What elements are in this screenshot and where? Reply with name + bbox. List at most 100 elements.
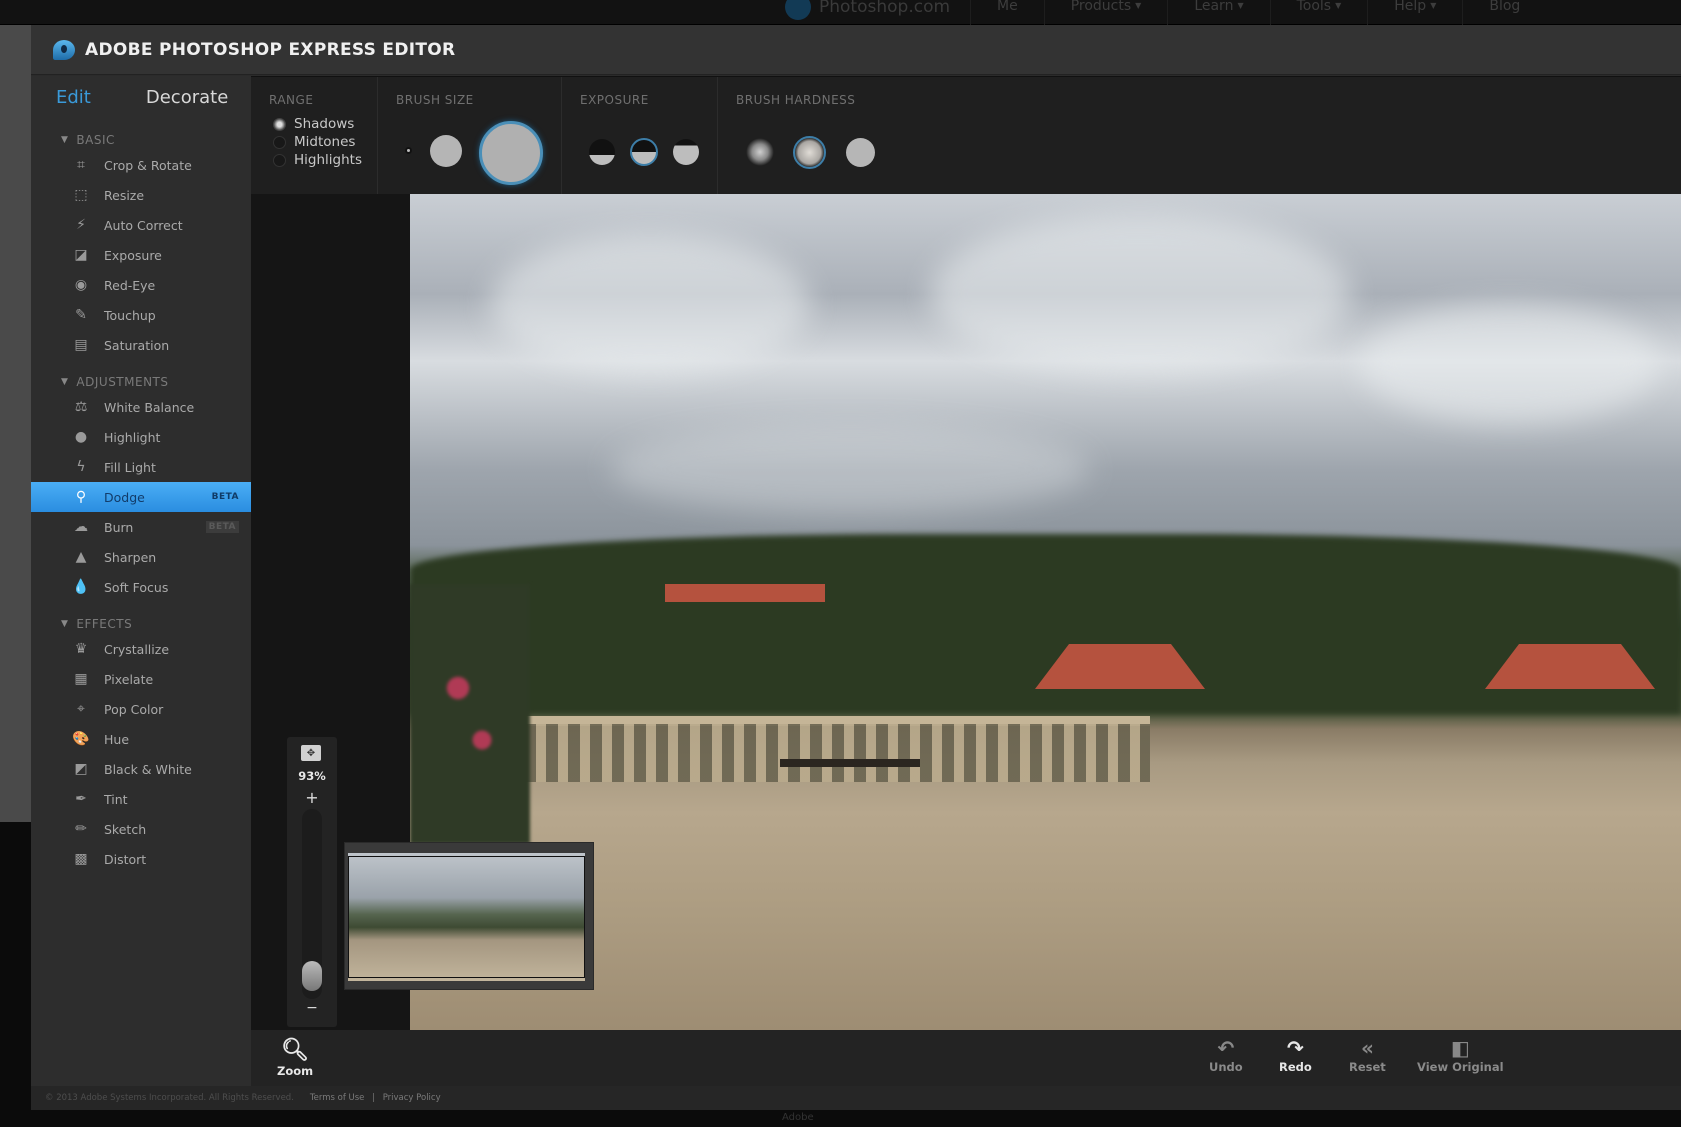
footer: © 2013 Adobe Systems Incorporated. All R… <box>31 1086 1681 1110</box>
tool-auto-correct[interactable]: ⚡ Auto Correct <box>31 210 251 240</box>
nav-item-label: Learn <box>1194 0 1234 14</box>
tool-sharpen[interactable]: ▲ Sharpen <box>31 542 251 572</box>
navigator-viewport-frame[interactable] <box>348 856 585 978</box>
exposure-icon: ◪ <box>74 247 88 263</box>
nav-item-products[interactable]: Products ▼ <box>1043 0 1168 25</box>
brush-size-small-option[interactable] <box>405 147 412 154</box>
tool-highlight[interactable]: ● Highlight <box>31 422 251 452</box>
undo-button[interactable]: ↶ Undo <box>1209 1036 1243 1074</box>
nav-item-help[interactable]: Help ▼ <box>1367 0 1462 25</box>
zoom-percent: 93% <box>298 769 326 783</box>
hardness-medium-option[interactable] <box>793 136 826 169</box>
tool-touchup[interactable]: ✎ Touchup <box>31 300 251 330</box>
zoom-tool-button[interactable]: 🔍︎ Zoom <box>277 1038 313 1078</box>
tab-edit[interactable]: Edit <box>56 87 91 108</box>
tool-fill-light[interactable]: ϟ Fill Light <box>31 452 251 482</box>
building-roof <box>665 584 825 602</box>
zoom-out-button[interactable]: − <box>302 999 322 1019</box>
zoom-in-button[interactable]: + <box>302 789 322 809</box>
tool-crystallize[interactable]: ♛ Crystallize <box>31 634 251 664</box>
undo-icon: ↶ <box>1217 1036 1235 1060</box>
tool-label: Tint <box>104 791 128 807</box>
editor-window: ADOBE PHOTOSHOP EXPRESS EDITOR Edit Deco… <box>31 25 1681 1110</box>
site-logo[interactable]: Photoshop.com <box>785 0 950 20</box>
navigator-panel <box>344 842 594 990</box>
tool-label: Auto Correct <box>104 217 183 233</box>
redo-label: Redo <box>1279 1060 1312 1074</box>
nav-item-learn[interactable]: Learn ▼ <box>1167 0 1269 25</box>
hardness-hard-option[interactable] <box>846 138 875 167</box>
range-option-midtones[interactable]: Midtones <box>273 133 362 151</box>
saturation-icon: ▤ <box>74 337 88 353</box>
tool-exposure[interactable]: ◪ Exposure <box>31 240 251 270</box>
app-logo-icon <box>53 39 75 60</box>
section-header[interactable]: ▼ EFFECTS <box>31 614 251 634</box>
zoom-slider-thumb[interactable] <box>302 961 322 991</box>
exposure-high-option[interactable] <box>673 139 699 165</box>
photo-canvas[interactable] <box>410 194 1681 1030</box>
tool-tint[interactable]: ✒ Tint <box>31 784 251 814</box>
target-icon: ⌖ <box>77 701 85 717</box>
black-white-icon: ◩ <box>74 761 88 777</box>
nav-item-blog[interactable]: Blog <box>1462 0 1546 25</box>
nav-item-tools[interactable]: Tools ▼ <box>1269 0 1368 25</box>
tool-saturation[interactable]: ▤ Saturation <box>31 330 251 360</box>
nav-item-me[interactable]: Me <box>970 0 1044 25</box>
sidebar-tabs: Edit Decorate <box>31 76 251 118</box>
tool-dodge[interactable]: ⚲ Dodge BETA <box>31 482 251 512</box>
radio-button[interactable] <box>273 153 286 167</box>
tool-distort[interactable]: ▩ Distort <box>31 844 251 874</box>
tool-label: White Balance <box>104 399 195 415</box>
exposure-medium-option[interactable] <box>630 138 658 166</box>
radio-button[interactable] <box>273 135 286 149</box>
range-radio-group: Shadows Midtones Highlights <box>273 115 362 169</box>
hardness-soft-option[interactable] <box>746 138 774 166</box>
tool-label: Hue <box>104 731 130 747</box>
magic-wand-icon: ⚡ <box>76 217 86 233</box>
section-header[interactable]: ▼ BASIC <box>31 130 251 150</box>
tool-label: Exposure <box>104 247 162 263</box>
pixelate-icon: ▦ <box>74 671 88 687</box>
privacy-policy-link[interactable]: Privacy Policy <box>383 1093 441 1103</box>
tool-crop-rotate[interactable]: ⌗ Crop & Rotate <box>31 150 251 180</box>
reset-button[interactable]: « Reset <box>1349 1036 1386 1074</box>
view-original-label: View Original <box>1417 1060 1504 1074</box>
view-original-button[interactable]: ◧ View Original <box>1417 1036 1504 1074</box>
tool-hue[interactable]: 🎨 Hue <box>31 724 251 754</box>
tool-red-eye[interactable]: ◉ Red-Eye <box>31 270 251 300</box>
sharpen-icon: ▲ <box>75 549 87 565</box>
redo-button[interactable]: ↷ Redo <box>1279 1036 1312 1074</box>
page-backdrop <box>0 25 32 822</box>
brush-size-large-option[interactable] <box>479 121 543 185</box>
range-option-shadows[interactable]: Shadows <box>273 115 362 133</box>
terms-of-use-link[interactable]: Terms of Use <box>310 1093 365 1103</box>
tool-white-balance[interactable]: ⚖ White Balance <box>31 392 251 422</box>
section-header[interactable]: ▼ ADJUSTMENTS <box>31 372 251 392</box>
tool-black-white[interactable]: ◩ Black & White <box>31 754 251 784</box>
tool-resize[interactable]: ⬚ Resize <box>31 180 251 210</box>
range-option-highlights[interactable]: Highlights <box>273 151 362 169</box>
caret-down-icon: ▼ <box>1237 1 1244 10</box>
title-bar: ADOBE PHOTOSHOP EXPRESS EDITOR <box>31 25 1681 75</box>
range-group: RANGE Shadows Midtones Highlights <box>251 77 378 195</box>
footer-separator: | <box>372 1093 375 1103</box>
brush-size-medium-option[interactable] <box>430 135 462 167</box>
tool-pixelate[interactable]: ▦ Pixelate <box>31 664 251 694</box>
caret-down-icon: ▼ <box>1135 1 1142 10</box>
tool-label: Pixelate <box>104 671 154 687</box>
caret-down-icon: ▼ <box>1430 1 1437 10</box>
radio-button[interactable] <box>273 117 286 131</box>
nav-item-label: Products <box>1070 0 1132 14</box>
tool-sketch[interactable]: ✏ Sketch <box>31 814 251 844</box>
tool-label: Distort <box>104 851 147 867</box>
tool-burn[interactable]: ☁ Burn BETA <box>31 512 251 542</box>
reset-label: Reset <box>1349 1060 1386 1074</box>
fit-to-screen-icon[interactable]: ✥ <box>301 745 321 761</box>
page: Photoshop.com Me Products ▼ Learn ▼ Tools ▼ Hel… <box>0 0 1681 1127</box>
nav-item-label: Tools <box>1296 0 1332 14</box>
tool-pop-color[interactable]: ⌖ Pop Color <box>31 694 251 724</box>
exposure-low-option[interactable] <box>589 139 615 165</box>
brush-hardness-label: BRUSH HARDNESS <box>736 93 856 107</box>
tool-soft-focus[interactable]: 💧 Soft Focus <box>31 572 251 602</box>
tab-decorate[interactable]: Decorate <box>146 87 228 108</box>
